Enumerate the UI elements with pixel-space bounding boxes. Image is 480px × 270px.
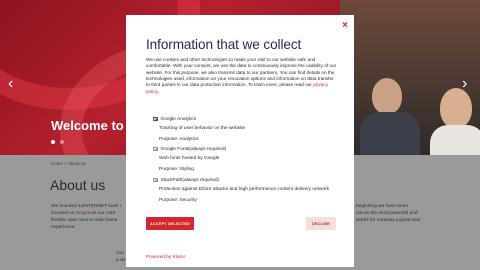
about-text-fragment: focused on [51,211,76,216]
about-paragraph-right: beginning we have been out as the most p… [356,203,476,224]
service-name: StackPath(always required) [160,177,220,183]
carousel-next-icon[interactable]: › [462,75,467,93]
hero-person [372,78,402,114]
breadcrumb[interactable]: Home > About us [51,161,86,166]
service-name: Google Fonts(always required) [160,146,227,152]
hero-person [440,88,472,128]
cookie-consent-modal: × Information that we collect We use coo… [126,15,354,267]
service-purpose: Purpose: Styling [159,167,194,173]
service-google-analytics: Google Analytics Tracking of user behavi… [153,116,343,142]
google-analytics-checkbox[interactable] [153,116,158,122]
carousel-dot-2[interactable] [60,140,64,144]
consent-intro: We use cookies and other technologies to… [146,57,338,95]
accept-selected-button[interactable]: ACCEPT SELECTED [146,217,194,230]
service-description: Tracking of user behavior on the website [159,126,246,131]
service-toggle-row[interactable]: Google Analytics [153,116,343,122]
service-toggle-row[interactable]: StackPath(always required) [153,177,343,183]
intro-text: We use cookies and other technologies to… [146,57,337,88]
modal-title: Information that we collect [146,37,302,52]
service-description: Protection against DDoS attacks and high… [159,187,330,192]
powered-by-link[interactable]: Powered by Klaro! [146,255,185,260]
service-name: Google Analytics [160,116,197,122]
carousel-dots [51,140,64,144]
about-line: out as the most powerful and [356,211,418,216]
drupal-link[interactable]: Drupal [76,211,90,216]
service-purpose: Purpose: Security [159,198,197,204]
about-text-fragment: as our core [89,211,116,216]
about-line: works for creating a great user [356,218,421,223]
decline-button[interactable]: DECLINE [306,217,336,230]
close-icon[interactable]: × [342,21,348,31]
service-purpose: Purpose: Analytics [159,137,199,143]
hero-person-body [430,125,480,155]
carousel-prev-icon[interactable]: ‹ [8,75,13,93]
service-stackpath: StackPath(always required) Protection ag… [153,177,343,203]
google-fonts-checkbox[interactable] [153,146,158,152]
service-toggle-row[interactable]: Google Fonts(always required) [153,146,343,152]
service-google-fonts: Google Fonts(always required) Web fonts … [153,146,343,172]
carousel-dot-1[interactable] [51,140,55,144]
page-title: About us [50,177,106,193]
hero-person-body [360,112,420,155]
service-description: Web fonts hosted by Google [159,156,220,161]
stackpath-checkbox[interactable] [153,177,158,183]
intro-end: . [157,88,159,94]
about-line: beginning we have been [356,204,409,209]
